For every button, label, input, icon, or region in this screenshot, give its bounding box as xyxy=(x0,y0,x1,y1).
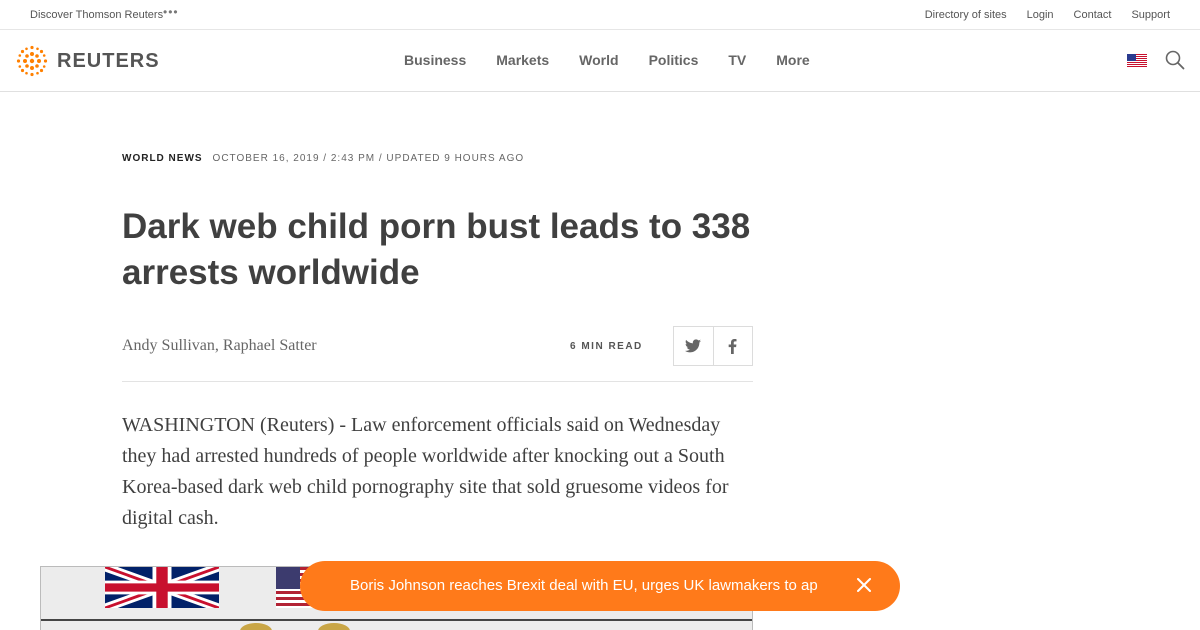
toast-headline[interactable]: Boris Johnson reaches Brexit deal with E… xyxy=(350,577,820,594)
us-flag-icon[interactable] xyxy=(1127,54,1147,67)
image-rule xyxy=(41,619,752,621)
nav-tv[interactable]: TV xyxy=(728,52,746,68)
ellipsis-icon[interactable]: ••• xyxy=(163,5,179,19)
search-icon[interactable] xyxy=(1165,50,1185,70)
login-link[interactable]: Login xyxy=(1027,9,1054,21)
article-byline[interactable]: Andy Sullivan, Raphael Satter xyxy=(122,337,317,355)
breaking-news-toast[interactable]: Boris Johnson reaches Brexit deal with E… xyxy=(300,561,900,611)
read-time: 6 MIN READ xyxy=(570,341,643,352)
divider xyxy=(122,381,753,382)
nav-markets[interactable]: Markets xyxy=(496,52,549,68)
twitter-icon xyxy=(685,339,702,353)
reuters-logo[interactable]: REUTERS xyxy=(15,44,160,78)
nav-world[interactable]: World xyxy=(579,52,618,68)
main-header: REUTERS Business Markets World Politics … xyxy=(0,30,1200,92)
support-link[interactable]: Support xyxy=(1131,9,1170,21)
discover-link[interactable]: Discover Thomson Reuters xyxy=(30,9,163,21)
directory-link[interactable]: Directory of sites xyxy=(925,9,1007,21)
contact-link[interactable]: Contact xyxy=(1074,9,1112,21)
section-label[interactable]: WORLD NEWS xyxy=(122,153,203,164)
twitter-share-button[interactable] xyxy=(674,327,713,365)
nav-more[interactable]: More xyxy=(776,52,809,68)
article-headline: Dark web child porn bust leads to 338 ar… xyxy=(122,207,751,292)
article-meta: WORLD NEWS OCTOBER 16, 2019 / 2:43 PM / … xyxy=(122,153,524,164)
uk-flag-image xyxy=(105,567,219,608)
share-buttons xyxy=(673,326,753,366)
nav-politics[interactable]: Politics xyxy=(649,52,699,68)
utility-bar: Discover Thomson Reuters ••• Directory o… xyxy=(0,0,1200,30)
facebook-icon xyxy=(729,338,737,354)
main-nav: Business Markets World Politics TV More xyxy=(404,52,810,68)
logo-wordmark: REUTERS xyxy=(57,49,160,72)
reuters-logo-icon xyxy=(16,45,48,77)
facebook-share-button[interactable] xyxy=(712,327,752,365)
utility-links: Directory of sites Login Contact Support xyxy=(925,9,1170,21)
article-lead: WASHINGTON (Reuters) - Law enforcement o… xyxy=(122,414,729,529)
nav-business[interactable]: Business xyxy=(404,52,466,68)
seal-image xyxy=(240,623,350,630)
article-date: OCTOBER 16, 2019 / 2:43 PM / UPDATED 9 H… xyxy=(212,153,525,164)
close-icon[interactable] xyxy=(857,578,871,592)
